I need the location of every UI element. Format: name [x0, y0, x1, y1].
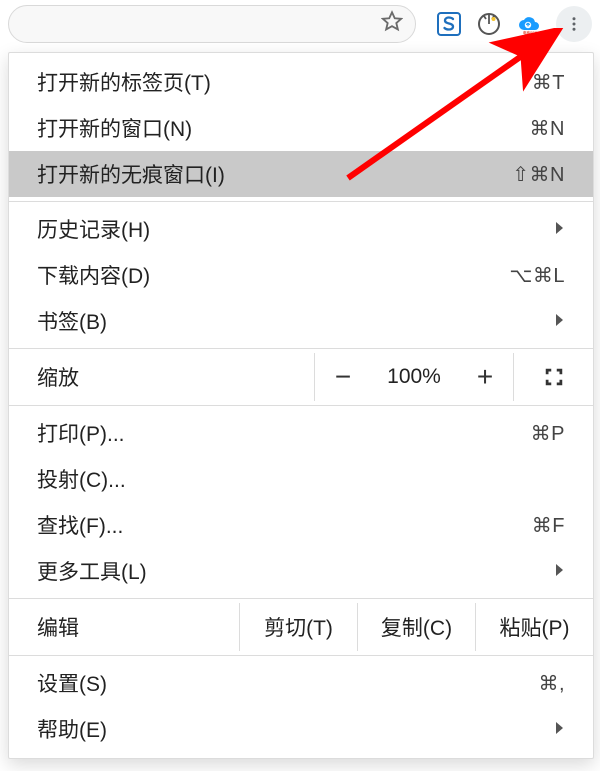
- browser-toolbar: 电商SEO: [0, 0, 600, 48]
- menu-new-window[interactable]: 打开新的窗口(N) ⌘N: [9, 105, 593, 151]
- menu-new-window-shortcut: ⌘N: [530, 116, 565, 141]
- menu-separator: [9, 201, 593, 202]
- menu-separator: [9, 598, 593, 599]
- menu-history-label: 历史记录(H): [37, 214, 545, 244]
- menu-new-incognito-label: 打开新的无痕窗口(I): [37, 159, 512, 189]
- menu-find[interactable]: 查找(F)... ⌘F: [9, 502, 593, 548]
- omnibox[interactable]: [8, 5, 416, 43]
- menu-print-shortcut: ⌘P: [531, 421, 565, 446]
- extension-s-icon[interactable]: [436, 11, 462, 37]
- menu-zoom-label: 缩放: [9, 353, 315, 401]
- menu-settings-label: 设置(S): [37, 668, 538, 698]
- zoom-out-button[interactable]: −: [315, 353, 371, 401]
- menu-downloads-label: 下载内容(D): [37, 260, 509, 290]
- menu-settings[interactable]: 设置(S) ⌘,: [9, 660, 593, 706]
- chevron-right-icon: [555, 309, 565, 333]
- menu-find-shortcut: ⌘F: [532, 513, 565, 538]
- menu-new-incognito[interactable]: 打开新的无痕窗口(I) ⇧⌘N: [9, 151, 593, 197]
- menu-zoom-row: 缩放 − 100% +: [9, 353, 593, 401]
- menu-settings-shortcut: ⌘,: [538, 671, 565, 696]
- menu-new-tab[interactable]: 打开新的标签页(T) ⌘T: [9, 59, 593, 105]
- chevron-right-icon: [555, 717, 565, 741]
- menu-more-tools[interactable]: 更多工具(L): [9, 548, 593, 594]
- bookmark-star-icon[interactable]: [381, 10, 403, 38]
- extension-cloud-icon[interactable]: 电商SEO: [516, 11, 542, 37]
- menu-print[interactable]: 打印(P)... ⌘P: [9, 410, 593, 456]
- menu-separator: [9, 348, 593, 349]
- zoom-value: 100%: [371, 353, 457, 401]
- menu-help[interactable]: 帮助(E): [9, 706, 593, 752]
- menu-separator: [9, 405, 593, 406]
- menu-cast[interactable]: 投射(C)...: [9, 456, 593, 502]
- menu-more-tools-label: 更多工具(L): [37, 556, 545, 586]
- edit-copy-button[interactable]: 复制(C): [357, 603, 475, 651]
- menu-find-label: 查找(F)...: [37, 510, 532, 540]
- menu-new-incognito-shortcut: ⇧⌘N: [512, 162, 565, 187]
- chrome-main-menu: 打开新的标签页(T) ⌘T 打开新的窗口(N) ⌘N 打开新的无痕窗口(I) ⇧…: [8, 52, 594, 759]
- menu-edit-row: 编辑 剪切(T) 复制(C) 粘贴(P): [9, 603, 593, 651]
- menu-cast-label: 投射(C)...: [37, 464, 565, 494]
- menu-separator: [9, 655, 593, 656]
- extension-mouse-icon[interactable]: [476, 11, 502, 37]
- menu-edit-label: 编辑: [9, 603, 239, 651]
- menu-new-tab-label: 打开新的标签页(T): [37, 67, 532, 97]
- menu-bookmarks[interactable]: 书签(B): [9, 298, 593, 344]
- chevron-right-icon: [555, 217, 565, 241]
- chevron-right-icon: [555, 559, 565, 583]
- menu-downloads[interactable]: 下载内容(D) ⌥⌘L: [9, 252, 593, 298]
- menu-print-label: 打印(P)...: [37, 418, 531, 448]
- menu-bookmarks-label: 书签(B): [37, 306, 545, 336]
- menu-history[interactable]: 历史记录(H): [9, 206, 593, 252]
- menu-new-tab-shortcut: ⌘T: [532, 70, 565, 95]
- menu-new-window-label: 打开新的窗口(N): [37, 113, 530, 143]
- edit-paste-button[interactable]: 粘贴(P): [475, 603, 593, 651]
- menu-downloads-shortcut: ⌥⌘L: [509, 263, 565, 288]
- fullscreen-button[interactable]: [513, 353, 593, 401]
- svg-text:电商SEO: 电商SEO: [523, 30, 538, 35]
- menu-help-label: 帮助(E): [37, 714, 545, 744]
- more-menu-button[interactable]: [556, 6, 592, 42]
- zoom-in-button[interactable]: +: [457, 353, 513, 401]
- edit-cut-button[interactable]: 剪切(T): [239, 603, 357, 651]
- fullscreen-icon: [543, 366, 565, 388]
